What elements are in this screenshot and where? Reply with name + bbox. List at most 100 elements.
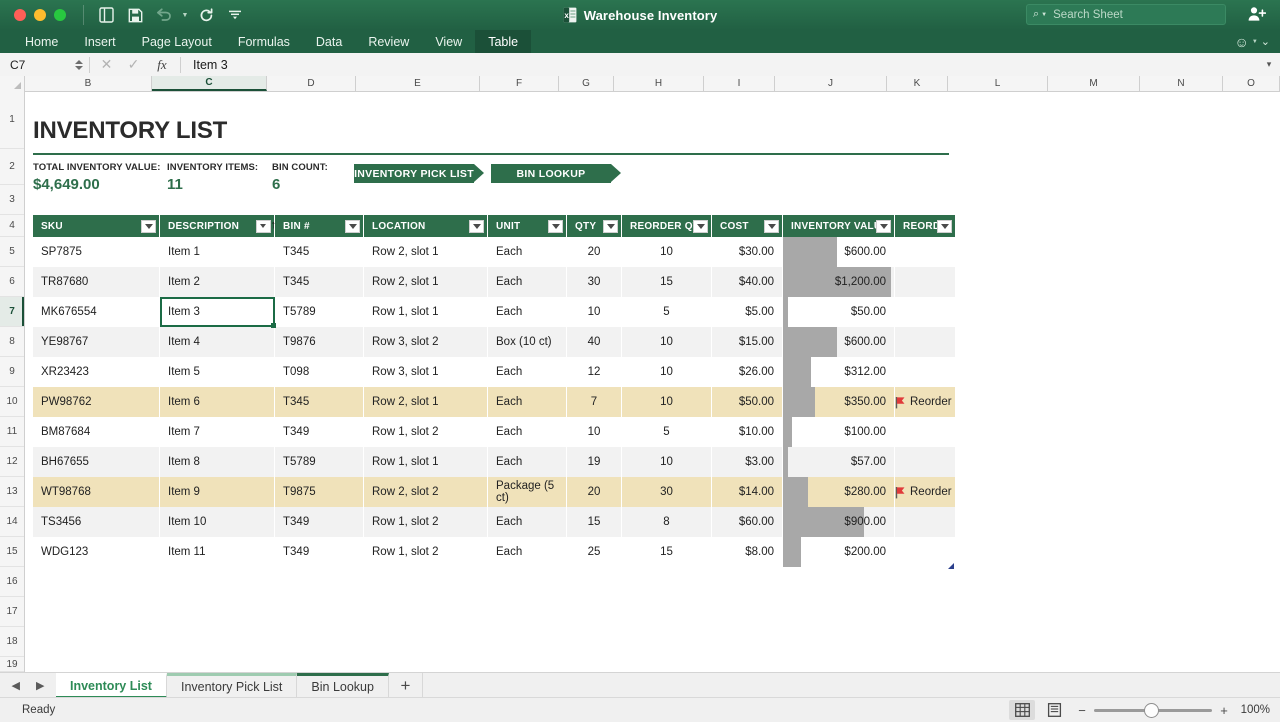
ribbon-tab-page-layout[interactable]: Page Layout xyxy=(129,30,225,53)
cell-sku[interactable]: SP7875 xyxy=(33,237,160,267)
cell-unit[interactable]: Each xyxy=(488,237,567,267)
cell-location[interactable]: Row 2, slot 1 xyxy=(364,267,488,297)
ribbon-tab-home[interactable]: Home xyxy=(12,30,71,53)
column-header-M[interactable]: M xyxy=(1048,76,1140,91)
cell-bin[interactable]: T5789 xyxy=(275,447,364,477)
row-header-15[interactable]: 15 xyxy=(0,537,24,567)
filter-icon-qty[interactable] xyxy=(603,220,618,233)
cell-sku[interactable]: TS3456 xyxy=(33,507,160,537)
cell-sku[interactable]: BH67655 xyxy=(33,447,160,477)
column-header-B[interactable]: B xyxy=(25,76,152,91)
cell-reorder-qty[interactable]: 15 xyxy=(622,537,712,567)
save-icon[interactable] xyxy=(122,4,148,26)
share-user-icon[interactable] xyxy=(1248,6,1266,27)
feedback-dropdown-icon[interactable]: ▼ xyxy=(1252,39,1258,45)
column-header-L[interactable]: L xyxy=(948,76,1048,91)
cell-cost[interactable]: $60.00 xyxy=(712,507,783,537)
cell-description[interactable]: Item 10 xyxy=(160,507,275,537)
cell-reorder[interactable] xyxy=(895,507,956,537)
cell-qty[interactable]: 10 xyxy=(567,297,622,327)
cell-bin[interactable]: T5789 xyxy=(275,297,364,327)
minimize-window-button[interactable] xyxy=(34,9,46,21)
search-box[interactable]: ⌕ ▼ xyxy=(1026,4,1226,25)
ribbon-tab-view[interactable]: View xyxy=(422,30,475,53)
cell-sku[interactable]: BM87684 xyxy=(33,417,160,447)
name-box[interactable]: C7 xyxy=(0,53,72,76)
cell-location[interactable]: Row 1, slot 1 xyxy=(364,297,488,327)
cell-bin[interactable]: T9876 xyxy=(275,327,364,357)
filter-icon-reorder[interactable] xyxy=(937,220,952,233)
filter-icon-sku[interactable] xyxy=(141,220,156,233)
cell-qty[interactable]: 20 xyxy=(567,237,622,267)
cell-qty[interactable]: 25 xyxy=(567,537,622,567)
cell-bin[interactable]: T345 xyxy=(275,237,364,267)
zoom-slider[interactable] xyxy=(1094,703,1212,717)
table-header-sku[interactable]: SKU xyxy=(33,215,160,237)
column-header-O[interactable]: O xyxy=(1223,76,1280,91)
cell-unit[interactable]: Each xyxy=(488,537,567,567)
row-header-10[interactable]: 10 xyxy=(0,387,24,417)
cell-bin[interactable]: T349 xyxy=(275,507,364,537)
cell-reorder-qty[interactable]: 10 xyxy=(622,447,712,477)
table-header-reorder-qty[interactable]: REORDER QT xyxy=(622,215,712,237)
table-row[interactable]: WT98768Item 9T9875Row 2, slot 2Package (… xyxy=(33,477,956,507)
cell-sku[interactable]: YE98767 xyxy=(33,327,160,357)
cell-description[interactable]: Item 4 xyxy=(160,327,275,357)
filter-icon-unit[interactable] xyxy=(548,220,563,233)
collapse-ribbon-icon[interactable]: ⌄ xyxy=(1261,35,1270,48)
column-header-I[interactable]: I xyxy=(704,76,775,91)
cell-qty[interactable]: 20 xyxy=(567,477,622,507)
cell-cost[interactable]: $15.00 xyxy=(712,327,783,357)
cell-reorder[interactable] xyxy=(895,297,956,327)
cell-inventory-value[interactable]: $57.00 xyxy=(783,447,895,477)
table-row[interactable]: TR87680Item 2T345Row 2, slot 1Each3015$4… xyxy=(33,267,956,297)
cell-reorder-qty[interactable]: 5 xyxy=(622,417,712,447)
cell-description[interactable]: Item 11 xyxy=(160,537,275,567)
cell-location[interactable]: Row 1, slot 2 xyxy=(364,507,488,537)
sheet-tab-inventory-pick-list[interactable]: Inventory Pick List xyxy=(167,673,297,698)
previous-sheet-icon[interactable]: ◀ xyxy=(12,679,20,692)
cell-qty[interactable]: 30 xyxy=(567,267,622,297)
zoom-in-button[interactable]: + xyxy=(1219,703,1229,718)
cell-reorder-qty[interactable]: 10 xyxy=(622,327,712,357)
filter-icon-location[interactable] xyxy=(469,220,484,233)
row-header-9[interactable]: 9 xyxy=(0,357,24,387)
cell-location[interactable]: Row 3, slot 2 xyxy=(364,327,488,357)
cell-description[interactable]: Item 7 xyxy=(160,417,275,447)
cell-unit[interactable]: Each xyxy=(488,387,567,417)
table-header-description[interactable]: DESCRIPTION xyxy=(160,215,275,237)
select-all-corner[interactable] xyxy=(0,76,25,91)
table-row[interactable]: BM87684Item 7T349Row 1, slot 2Each105$10… xyxy=(33,417,956,447)
row-header-6[interactable]: 6 xyxy=(0,267,24,297)
row-header-14[interactable]: 14 xyxy=(0,507,24,537)
cell-sku[interactable]: WT98768 xyxy=(33,477,160,507)
cell-location[interactable]: Row 3, slot 1 xyxy=(364,357,488,387)
cell-inventory-value[interactable]: $312.00 xyxy=(783,357,895,387)
cell-description[interactable]: Item 6 xyxy=(160,387,275,417)
cell-inventory-value[interactable]: $1,200.00 xyxy=(783,267,895,297)
cell-location[interactable]: Row 1, slot 2 xyxy=(364,537,488,567)
cell-location[interactable]: Row 1, slot 1 xyxy=(364,447,488,477)
cell-inventory-value[interactable]: $280.00 xyxy=(783,477,895,507)
row-header-5[interactable]: 5 xyxy=(0,237,24,267)
cell-reorder[interactable] xyxy=(895,327,956,357)
cell-qty[interactable]: 19 xyxy=(567,447,622,477)
table-header-reorder[interactable]: REORD xyxy=(895,215,956,237)
cell-qty[interactable]: 12 xyxy=(567,357,622,387)
sheet-tab-inventory-list[interactable]: Inventory List xyxy=(56,673,167,698)
cell-reorder-qty[interactable]: 8 xyxy=(622,507,712,537)
cell-reorder[interactable] xyxy=(895,537,956,567)
cell-reorder-qty[interactable]: 15 xyxy=(622,267,712,297)
row-header-17[interactable]: 17 xyxy=(0,597,24,627)
table-header-bin[interactable]: BIN # xyxy=(275,215,364,237)
cell-location[interactable]: Row 1, slot 2 xyxy=(364,417,488,447)
cell-inventory-value[interactable]: $600.00 xyxy=(783,327,895,357)
column-header-F[interactable]: F xyxy=(480,76,559,91)
cell-unit[interactable]: Each xyxy=(488,447,567,477)
cell-inventory-value[interactable]: $600.00 xyxy=(783,237,895,267)
table-row[interactable]: SP7875Item 1T345Row 2, slot 1Each2010$30… xyxy=(33,237,956,267)
feedback-smiley-icon[interactable]: ☺ xyxy=(1235,35,1249,49)
next-sheet-icon[interactable]: ▶ xyxy=(36,679,44,692)
banner-bin-lookup[interactable]: BIN LOOKUP xyxy=(491,164,611,183)
filter-icon-inventory-value[interactable] xyxy=(876,220,891,233)
